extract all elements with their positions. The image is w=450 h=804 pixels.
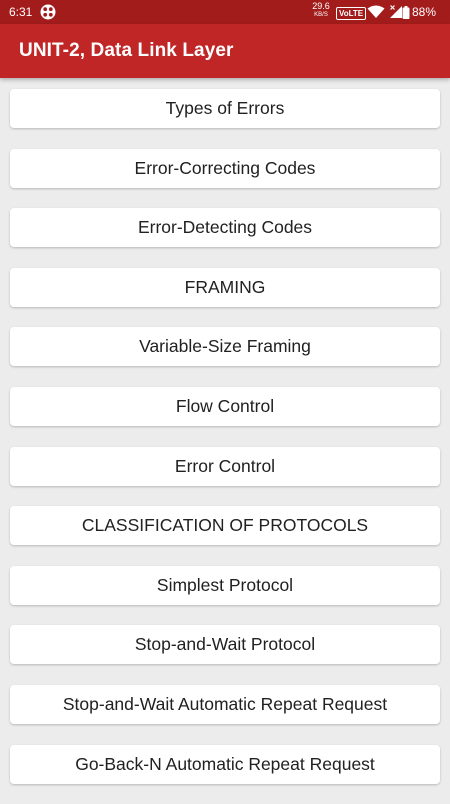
topic-button-go-back-n-arq[interactable]: Go-Back-N Automatic Repeat Request xyxy=(10,744,440,784)
topic-button-stop-and-wait-arq[interactable]: Stop-and-Wait Automatic Repeat Request xyxy=(10,684,440,724)
topic-button-stop-and-wait-protocol[interactable]: Stop-and-Wait Protocol xyxy=(10,625,440,665)
topic-button-error-correcting-codes[interactable]: Error-Correcting Codes xyxy=(10,148,440,188)
topic-list: Types of Errors Error-Correcting Codes E… xyxy=(10,89,440,804)
battery-icon xyxy=(402,6,410,19)
network-speed: 29.6 KB/S xyxy=(311,2,331,19)
topic-button-variable-size-framing[interactable]: Variable-Size Framing xyxy=(10,327,440,367)
page-title: UNIT-2, Data Link Layer xyxy=(19,40,234,61)
app-bar: UNIT-2, Data Link Layer xyxy=(0,24,450,78)
topic-button-flow-control[interactable]: Flow Control xyxy=(10,386,440,426)
topic-button-error-control[interactable]: Error Control xyxy=(10,446,440,486)
app-notification-icon xyxy=(40,4,56,20)
status-time: 6:31 xyxy=(9,5,33,19)
volte-badge: VoLTE xyxy=(336,7,367,20)
status-bar: 6:31 29.6 KB/S VoLTE 88% xyxy=(0,0,450,24)
signal-icon xyxy=(389,5,403,19)
topic-button-framing[interactable]: FRAMING xyxy=(10,267,440,307)
topic-button-simplest-protocol[interactable]: Simplest Protocol xyxy=(10,565,440,605)
network-speed-unit: KB/S xyxy=(314,12,328,18)
wifi-icon xyxy=(367,5,385,19)
network-speed-value: 29.6 xyxy=(312,1,330,11)
topic-button-classification-of-protocols[interactable]: CLASSIFICATION OF PROTOCOLS xyxy=(10,506,440,546)
battery-percentage: 88% xyxy=(412,5,437,19)
topic-button-types-of-errors[interactable]: Types of Errors xyxy=(10,89,440,128)
topic-button-error-detecting-codes[interactable]: Error-Detecting Codes xyxy=(10,208,440,248)
